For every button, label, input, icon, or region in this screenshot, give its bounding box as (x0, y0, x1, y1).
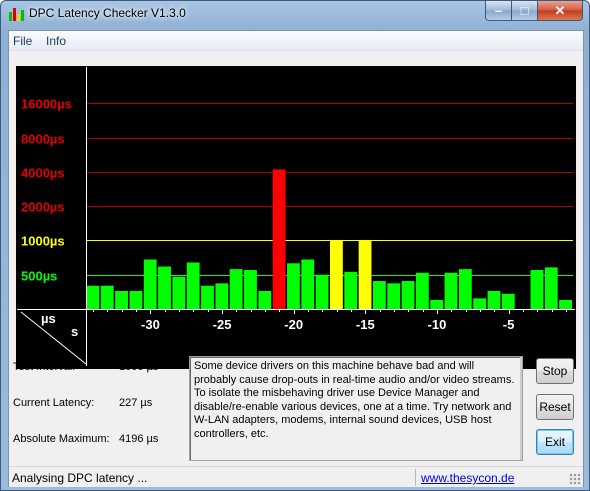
info-text-box[interactable]: Some device drivers on this machine beha… (189, 356, 523, 461)
app-window: DPC Latency Checker V1.3.0 – □ ✕ File In… (0, 0, 590, 491)
y-tick-label: 4000µs (21, 166, 65, 181)
x-tick-label: -20 (284, 317, 303, 332)
x-unit-label: s (71, 324, 78, 339)
latency-bar (244, 269, 257, 309)
latency-bar (115, 290, 128, 309)
latency-bar (544, 267, 558, 309)
latency-bar (315, 274, 329, 309)
latency-bar (272, 169, 286, 309)
absolute-max-value: 4196 µs (119, 433, 159, 445)
latency-bar (444, 272, 458, 309)
y-tick-label: 8000µs (21, 132, 65, 147)
minimize-button[interactable]: – (485, 1, 512, 21)
x-tick-label: -5 (503, 317, 515, 332)
menu-info[interactable]: Info (46, 34, 66, 48)
latency-bar (401, 281, 415, 309)
menu-file[interactable]: File (13, 34, 32, 48)
latency-bar (501, 293, 515, 309)
minimize-icon: – (494, 3, 503, 18)
app-icon (8, 6, 24, 22)
menu-bar: File Info (9, 31, 583, 51)
x-tick-label: -25 (213, 317, 232, 332)
latency-chart-svg: 16000µs 8000µs 4000µs 2000µs 1000µs 500µs µss -… (17, 67, 575, 366)
latency-bar (172, 276, 186, 309)
latency-bar (143, 259, 157, 309)
latency-chart: 16000µs 8000µs 4000µs 2000µs 1000µs 500µs µs s -… (16, 66, 576, 369)
x-tick-label: -10 (428, 317, 447, 332)
window-title: DPC Latency Checker V1.3.0 (29, 6, 186, 20)
exit-button[interactable]: Exit (536, 429, 574, 455)
test-interval-value: 1000 µs (119, 361, 159, 373)
website-link[interactable]: www.thesycon.de (421, 471, 514, 485)
absolute-max-label: Absolute Maximum: (13, 433, 110, 445)
latency-bar (215, 283, 229, 309)
y-tick-label: 1000µs (21, 234, 65, 249)
latency-bar (129, 290, 143, 309)
title-bar[interactable]: DPC Latency Checker V1.3.0 – □ ✕ (1, 1, 589, 29)
latency-bar (100, 285, 114, 309)
status-text: Analysing DPC latency ... (12, 471, 148, 485)
latency-bar (559, 299, 572, 309)
y-unit-label: µs (41, 311, 56, 326)
latency-bar (86, 285, 100, 309)
latency-bar (473, 298, 487, 309)
latency-bar (330, 240, 343, 309)
x-tick-label: -30 (141, 317, 160, 332)
current-latency-value: 227 µs (119, 397, 153, 409)
latency-bar (186, 262, 200, 309)
latency-bar (358, 240, 372, 309)
latency-bar (344, 271, 358, 309)
client-area: File Info 16000µs 8000µs 4000µs 2000µs 1000µ… (8, 30, 584, 487)
latency-bar (387, 283, 401, 309)
close-button[interactable]: ✕ (537, 1, 583, 21)
maximize-button[interactable]: □ (511, 1, 538, 21)
maximize-icon: □ (520, 3, 529, 18)
y-tick-label: 2000µs (21, 200, 65, 215)
stop-button[interactable]: Stop (536, 358, 574, 384)
latency-bar (487, 290, 501, 309)
status-bar: Analysing DPC latency ... www.thesycon.d… (9, 466, 583, 487)
latency-bar (430, 299, 444, 309)
latency-bar (287, 263, 300, 309)
latency-bar (530, 269, 544, 309)
reset-button[interactable]: Reset (536, 394, 574, 420)
current-latency-label: Current Latency: (13, 397, 95, 409)
latency-bar (258, 290, 272, 309)
latency-bar (158, 266, 171, 309)
resize-grip-icon[interactable] (569, 473, 581, 485)
latency-bar (372, 281, 386, 309)
test-interval-label: Test Interval: (13, 361, 76, 373)
latency-bar (301, 259, 315, 309)
close-icon: ✕ (554, 2, 566, 18)
y-tick-label: 500µs (21, 269, 57, 284)
latency-bar (201, 285, 214, 309)
latency-bar (415, 272, 429, 309)
status-divider (415, 469, 416, 486)
latency-bar (229, 269, 243, 309)
info-scroll-edge (520, 357, 522, 460)
x-tick-label: -15 (356, 317, 375, 332)
y-tick-label: 16000µs (21, 97, 72, 112)
info-text: Some device drivers on this machine beha… (194, 360, 515, 440)
latency-bar (458, 269, 472, 309)
